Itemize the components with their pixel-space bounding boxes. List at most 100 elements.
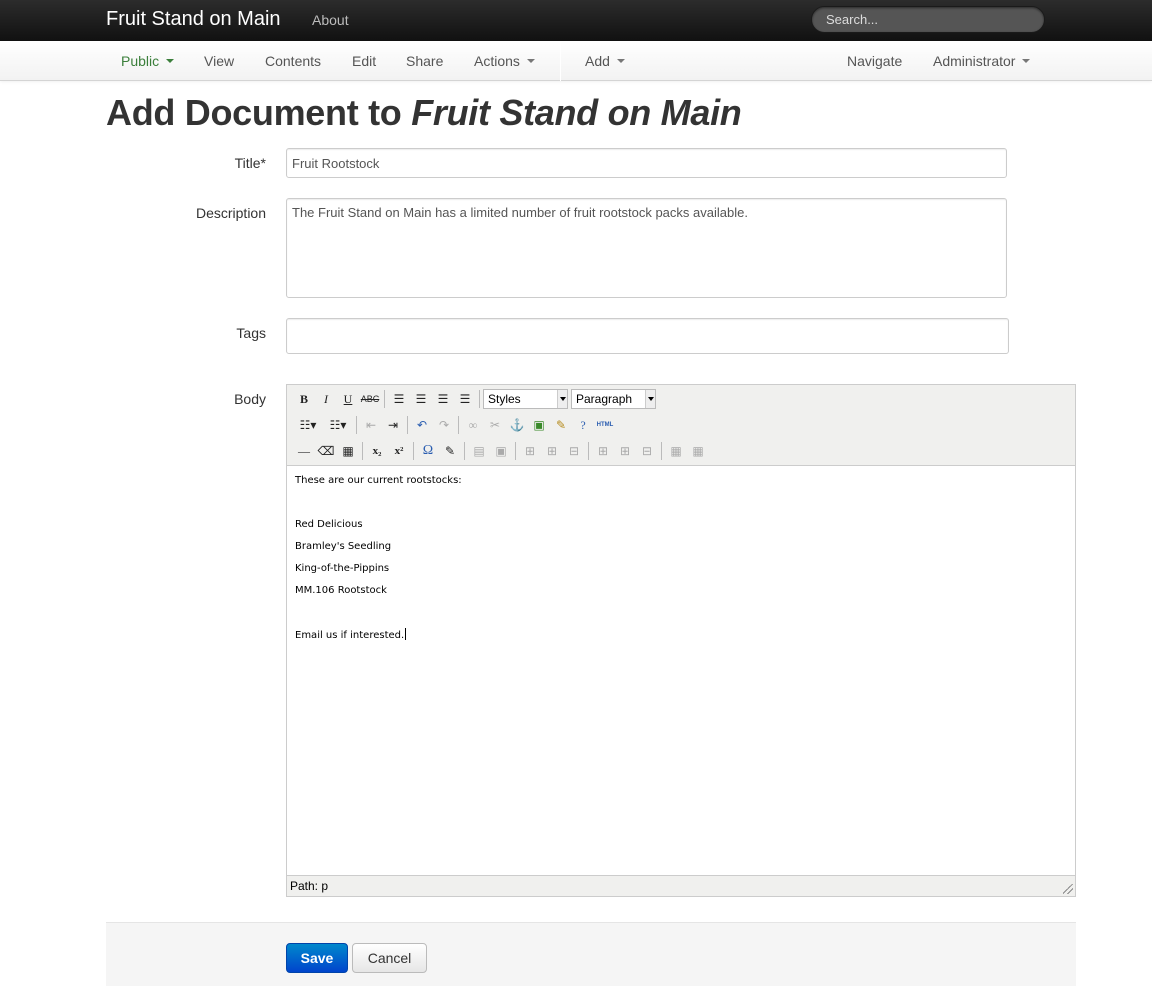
toolbar-separator <box>407 416 408 434</box>
redo-icon[interactable]: ↷ <box>433 415 455 435</box>
page-title: Add Document to Fruit Stand on Main <box>106 92 742 134</box>
underline-icon[interactable]: U <box>337 389 359 409</box>
editor-last-line: Email us if interested. <box>295 630 405 641</box>
format-select[interactable]: Paragraph <box>571 389 656 409</box>
insert-col-before-icon[interactable]: ⊞ <box>592 441 614 461</box>
remove-format-icon[interactable]: ⌫ <box>315 441 337 461</box>
superscript-icon[interactable]: x² <box>388 441 410 461</box>
toolbar-separator <box>464 442 465 460</box>
toolbar-separator <box>362 442 363 460</box>
cleanup-icon[interactable]: ✎ <box>550 415 572 435</box>
bold-icon[interactable]: B <box>293 389 315 409</box>
indent-icon[interactable]: ⇥ <box>382 415 404 435</box>
caret-down-icon <box>166 59 175 64</box>
nav-view[interactable]: View <box>204 53 234 69</box>
editor-toolbar-row-2: ☷▾ ☷▾ ⇤ ⇥ ↶ ↷ ∞ ✂ ⚓ ▣ ✎ ? HTML <box>293 414 616 436</box>
chevron-down-icon <box>645 390 655 408</box>
unlink-icon[interactable]: ✂ <box>484 415 506 435</box>
editor-content[interactable]: These are our current rootstocks: Red De… <box>287 465 1075 876</box>
help-icon[interactable]: ? <box>572 415 594 435</box>
editor-toolbar-row-3: — ⌫ ▦ x₂ x² Ω ✎ ▤ ▣ ⊞ ⊞ ⊟ ⊞ ⊞ ⊟ ▦ ▦ <box>293 440 709 462</box>
editor-paragraph: King-of-the-Pippins <box>295 563 390 574</box>
styles-select-value: Styles <box>488 392 521 406</box>
form-actions: Save Cancel <box>106 922 1076 986</box>
html-source-icon[interactable]: HTML <box>594 415 616 435</box>
merge-cells-icon[interactable]: ▦ <box>687 441 709 461</box>
toolbar-separator <box>479 390 480 408</box>
strikethrough-icon[interactable]: ABC <box>359 389 381 409</box>
styles-select[interactable]: Styles <box>483 389 568 409</box>
table-icon[interactable]: ▦ <box>337 441 359 461</box>
rich-text-editor: B I U ABC ☰ ☰ ☰ ☰ Styles Paragraph ☷▾ ☷▾… <box>286 384 1076 897</box>
insert-row-after-icon[interactable]: ⊞ <box>541 441 563 461</box>
editor-path: Path: p <box>290 879 329 893</box>
search-input[interactable] <box>811 6 1045 33</box>
align-left-icon[interactable]: ☰ <box>388 389 410 409</box>
toolbar-separator <box>515 442 516 460</box>
subscript-icon[interactable]: x₂ <box>366 441 388 461</box>
toolbar-separator <box>661 442 662 460</box>
delete-row-icon[interactable]: ⊟ <box>563 441 585 461</box>
tags-label: Tags <box>236 325 266 341</box>
editor-paragraph: MM.106 Rootstock <box>295 585 387 596</box>
about-link[interactable]: About <box>312 12 349 28</box>
nav-edit[interactable]: Edit <box>352 53 376 69</box>
format-select-value: Paragraph <box>576 392 633 406</box>
align-center-icon[interactable]: ☰ <box>410 389 432 409</box>
nav-contents[interactable]: Contents <box>265 53 321 69</box>
page-title-context: Fruit Stand on Main <box>411 92 742 133</box>
editor-paragraph: Red Delicious <box>295 519 363 530</box>
title-input[interactable] <box>286 148 1007 178</box>
resize-handle-icon[interactable] <box>1063 884 1073 894</box>
nav-administrator-dropdown[interactable]: Administrator <box>933 53 1031 69</box>
nav-administrator-label: Administrator <box>933 53 1016 69</box>
edit-attributes-icon[interactable]: ✎ <box>439 441 461 461</box>
caret-down-icon <box>1022 59 1031 64</box>
nav-share[interactable]: Share <box>406 53 443 69</box>
nav-public-dropdown[interactable]: Public <box>121 53 175 69</box>
nav-divider <box>560 41 561 81</box>
insert-col-after-icon[interactable]: ⊞ <box>614 441 636 461</box>
delete-col-icon[interactable]: ⊟ <box>636 441 658 461</box>
nav-actions-dropdown[interactable]: Actions <box>474 53 535 69</box>
editor-paragraph-last: Email us if interested. <box>295 628 1067 650</box>
nav-public-label: Public <box>121 53 160 69</box>
table-row-props-icon[interactable]: ▤ <box>468 441 490 461</box>
toolbar-separator <box>458 416 459 434</box>
body-label: Body <box>234 391 266 407</box>
cancel-button[interactable]: Cancel <box>352 943 427 973</box>
save-button[interactable]: Save <box>286 943 348 973</box>
editor-toolbar-row-1: B I U ABC ☰ ☰ ☰ ☰ Styles Paragraph <box>293 388 659 410</box>
editor-paragraph <box>295 606 1067 628</box>
image-icon[interactable]: ▣ <box>528 415 550 435</box>
undo-icon[interactable]: ↶ <box>411 415 433 435</box>
caret-down-icon <box>526 59 535 64</box>
outdent-icon[interactable]: ⇤ <box>360 415 382 435</box>
page-title-prefix: Add Document to <box>106 92 412 133</box>
content-toolbar: Public View Contents Edit Share Actions … <box>0 41 1152 81</box>
anchor-icon[interactable]: ⚓ <box>506 415 528 435</box>
toolbar-separator <box>384 390 385 408</box>
caret-down-icon <box>616 59 625 64</box>
italic-icon[interactable]: I <box>315 389 337 409</box>
bullet-list-icon[interactable]: ☷▾ <box>293 415 323 435</box>
tags-input[interactable] <box>286 318 1009 354</box>
toolbar-separator <box>588 442 589 460</box>
horizontal-rule-icon[interactable]: — <box>293 441 315 461</box>
nav-add-dropdown[interactable]: Add <box>585 53 625 69</box>
description-label: Description <box>195 205 266 221</box>
numbered-list-icon[interactable]: ☷▾ <box>323 415 353 435</box>
editor-paragraph: Bramley's Seedling <box>295 541 392 552</box>
link-icon[interactable]: ∞ <box>462 415 484 435</box>
title-label: Title* <box>234 155 266 171</box>
align-right-icon[interactable]: ☰ <box>432 389 454 409</box>
nav-navigate[interactable]: Navigate <box>847 53 902 69</box>
description-textarea[interactable]: The Fruit Stand on Main has a limited nu… <box>286 198 1007 298</box>
align-justify-icon[interactable]: ☰ <box>454 389 476 409</box>
site-brand[interactable]: Fruit Stand on Main <box>106 8 281 31</box>
insert-row-before-icon[interactable]: ⊞ <box>519 441 541 461</box>
toolbar-separator <box>413 442 414 460</box>
table-cell-props-icon[interactable]: ▣ <box>490 441 512 461</box>
special-char-icon[interactable]: Ω <box>417 441 439 461</box>
split-cells-icon[interactable]: ▦ <box>665 441 687 461</box>
